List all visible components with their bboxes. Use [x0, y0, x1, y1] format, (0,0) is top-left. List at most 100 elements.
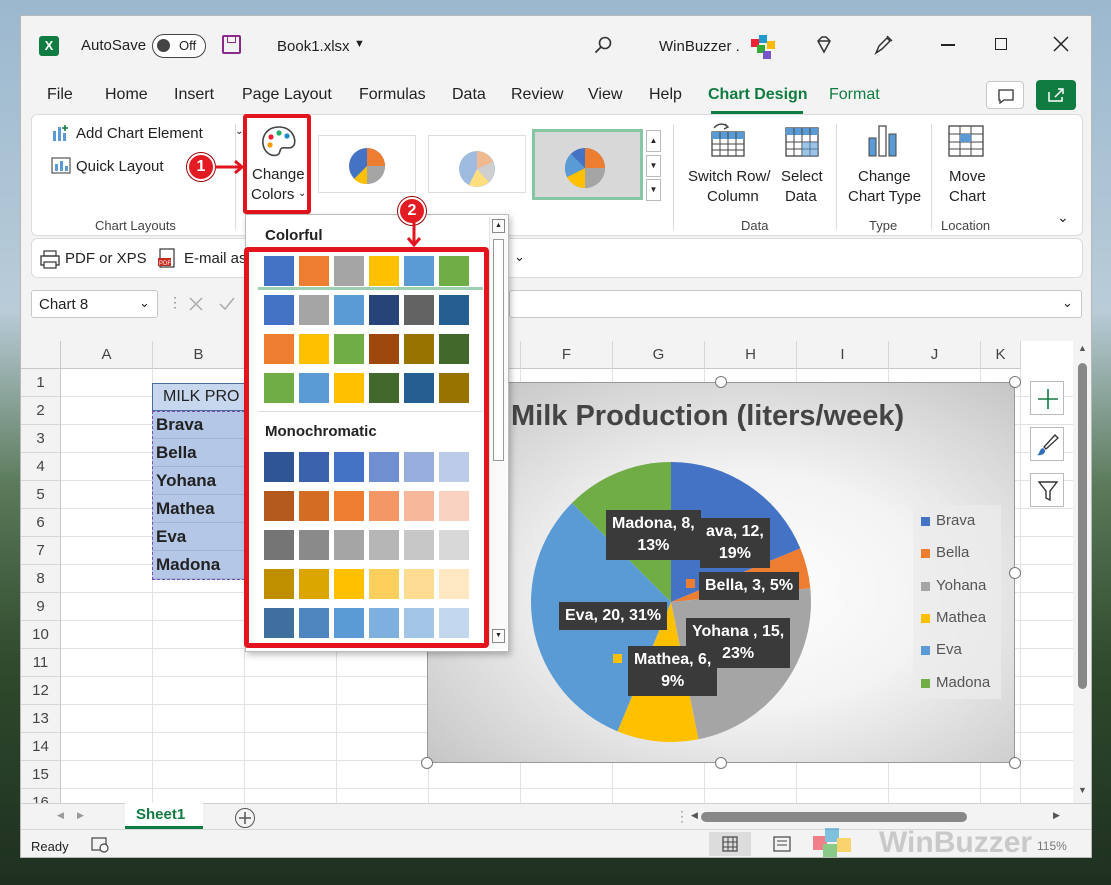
tab-page-layout[interactable]: Page Layout — [242, 86, 332, 104]
normal-view-button[interactable] — [709, 832, 751, 856]
scroll-right-arrow[interactable]: ▶ — [1053, 810, 1060, 821]
maximize-button[interactable] — [995, 38, 1007, 50]
tab-format[interactable]: Format — [829, 86, 880, 104]
resize-handle-bottom[interactable] — [715, 757, 727, 769]
row-header-6[interactable]: 6 — [21, 509, 61, 537]
tab-insert[interactable]: Insert — [174, 86, 214, 104]
tab-chart-design[interactable]: Chart Design — [708, 86, 808, 104]
row-header-11[interactable]: 11 — [21, 649, 61, 677]
column-header-j[interactable]: J — [889, 341, 981, 369]
chart-style-thumb-1[interactable] — [318, 135, 416, 193]
horizontal-scroll-thumb[interactable] — [701, 812, 967, 822]
tab-home[interactable]: Home — [105, 86, 148, 104]
scroll-down-arrow[interactable]: ▼ — [492, 629, 505, 643]
tab-view[interactable]: View — [588, 86, 622, 104]
column-header-h[interactable]: H — [705, 341, 797, 369]
column-header-k[interactable]: K — [981, 341, 1021, 369]
row-header-1[interactable]: 1 — [21, 369, 61, 397]
chart-styles-button[interactable] — [1030, 427, 1064, 461]
change-colors-button[interactable]: Change Colors ⌄ — [243, 114, 311, 214]
row-header-8[interactable]: 8 — [21, 565, 61, 593]
gallery-scroll-down[interactable]: ▼ — [646, 155, 661, 177]
column-header-a[interactable]: A — [61, 341, 153, 369]
data-label-brava[interactable]: ava, 12, 19% — [700, 518, 770, 568]
row-header-14[interactable]: 14 — [21, 733, 61, 761]
scroll-up-arrow[interactable]: ▲ — [1078, 343, 1087, 353]
email-as-button[interactable]: PDF E-mail as — [157, 247, 247, 271]
minimize-button[interactable] — [941, 44, 955, 46]
tab-review[interactable]: Review — [511, 86, 563, 104]
resize-handle-top[interactable] — [715, 376, 727, 388]
chevron-down-icon[interactable]: ▼ — [354, 38, 365, 50]
move-chart-button[interactable]: Move Chart — [936, 122, 996, 208]
tab-formulas[interactable]: Formulas — [359, 86, 426, 104]
scroll-left-arrow[interactable]: ◀ — [691, 810, 698, 821]
resize-handle-bottom-left[interactable] — [421, 757, 433, 769]
row-header-4[interactable]: 4 — [21, 453, 61, 481]
row-header-5[interactable]: 5 — [21, 481, 61, 509]
cell-b2[interactable]: MILK PRO — [152, 383, 245, 411]
collapse-ribbon-icon[interactable]: ⌄ — [1057, 209, 1069, 226]
account-avatar-icon[interactable] — [749, 33, 779, 61]
save-icon[interactable] — [222, 35, 241, 54]
tab-data[interactable]: Data — [452, 86, 486, 104]
scroll-down-arrow[interactable]: ▼ — [1078, 785, 1087, 795]
name-box[interactable]: Chart 8 ⌄ — [31, 290, 158, 318]
search-icon[interactable] — [594, 36, 612, 54]
row-header-15[interactable]: 15 — [21, 761, 61, 789]
chart-legend[interactable]: Brava Bella Yohana Mathea Eva Madona — [913, 505, 1001, 699]
autosave-toggle[interactable]: Off — [152, 34, 206, 58]
row-header-2[interactable]: 2 — [21, 397, 61, 425]
row-header-10[interactable]: 10 — [21, 621, 61, 649]
zoom-level[interactable]: 115% — [1037, 839, 1067, 853]
column-header-g[interactable]: G — [613, 341, 705, 369]
confirm-entry-icon[interactable] — [218, 296, 236, 312]
file-name[interactable]: Book1.xlsx — [277, 38, 350, 55]
diamond-icon[interactable] — [814, 35, 834, 55]
tab-help[interactable]: Help — [649, 86, 682, 104]
data-label-bella[interactable]: Bella, 3, 5% — [699, 572, 800, 600]
row-header-12[interactable]: 12 — [21, 677, 61, 705]
chart-title[interactable]: Milk Production (liters/week) — [511, 400, 904, 433]
resize-handle-top-right[interactable] — [1009, 376, 1021, 388]
next-sheet-arrow[interactable]: ▶ — [77, 810, 84, 821]
select-all-corner[interactable] — [21, 341, 61, 369]
gallery-scroll-up[interactable]: ▲ — [646, 130, 661, 152]
vertical-scrollbar[interactable]: ▲ ▼ — [1073, 341, 1091, 803]
pen-icon[interactable] — [873, 34, 893, 56]
gallery-expand[interactable]: ▼ — [646, 179, 661, 201]
chart-filters-button[interactable] — [1030, 473, 1064, 507]
share-button[interactable] — [1036, 80, 1076, 110]
close-button[interactable] — [1053, 36, 1069, 52]
row-header-3[interactable]: 3 — [21, 425, 61, 453]
export-pdf-button[interactable]: PDF or XPS — [39, 247, 159, 271]
chart-style-thumb-2[interactable] — [428, 135, 526, 193]
data-label-eva[interactable]: Eva, 20, 31% — [559, 602, 668, 630]
dropdown-scrollbar[interactable]: ▲ ▼ — [489, 217, 507, 649]
add-sheet-button[interactable] — [235, 808, 255, 828]
row-header-13[interactable]: 13 — [21, 705, 61, 733]
select-data-button[interactable]: Select Data — [776, 122, 826, 208]
scroll-thumb[interactable] — [493, 239, 504, 461]
data-label-madona[interactable]: Madona, 8, 13% — [606, 510, 701, 560]
comments-button[interactable] — [986, 81, 1024, 109]
formula-input[interactable]: ⌄ — [509, 290, 1082, 318]
switch-row-column-button[interactable]: Switch Row/ Column — [683, 122, 773, 208]
row-header-7[interactable]: 7 — [21, 537, 61, 565]
tab-file[interactable]: File — [47, 86, 73, 104]
scroll-thumb[interactable] — [1078, 363, 1087, 689]
account-name[interactable]: WinBuzzer . — [659, 38, 740, 55]
chart-style-thumb-3[interactable] — [532, 129, 643, 200]
prev-sheet-arrow[interactable]: ◀ — [57, 810, 64, 821]
row-header-9[interactable]: 9 — [21, 593, 61, 621]
accessibility-icon[interactable] — [91, 837, 109, 853]
cancel-entry-icon[interactable] — [188, 296, 204, 312]
add-chart-element-button[interactable]: Add Chart Element ⌄ — [51, 122, 243, 146]
column-header-f[interactable]: F — [521, 341, 613, 369]
column-header-i[interactable]: I — [797, 341, 889, 369]
resize-handle-bottom-right[interactable] — [1009, 757, 1021, 769]
change-chart-type-button[interactable]: Change Chart Type — [843, 122, 923, 208]
resize-handle-right[interactable] — [1009, 567, 1021, 579]
scroll-up-arrow[interactable]: ▲ — [492, 219, 505, 233]
chart-elements-button[interactable] — [1030, 381, 1064, 415]
